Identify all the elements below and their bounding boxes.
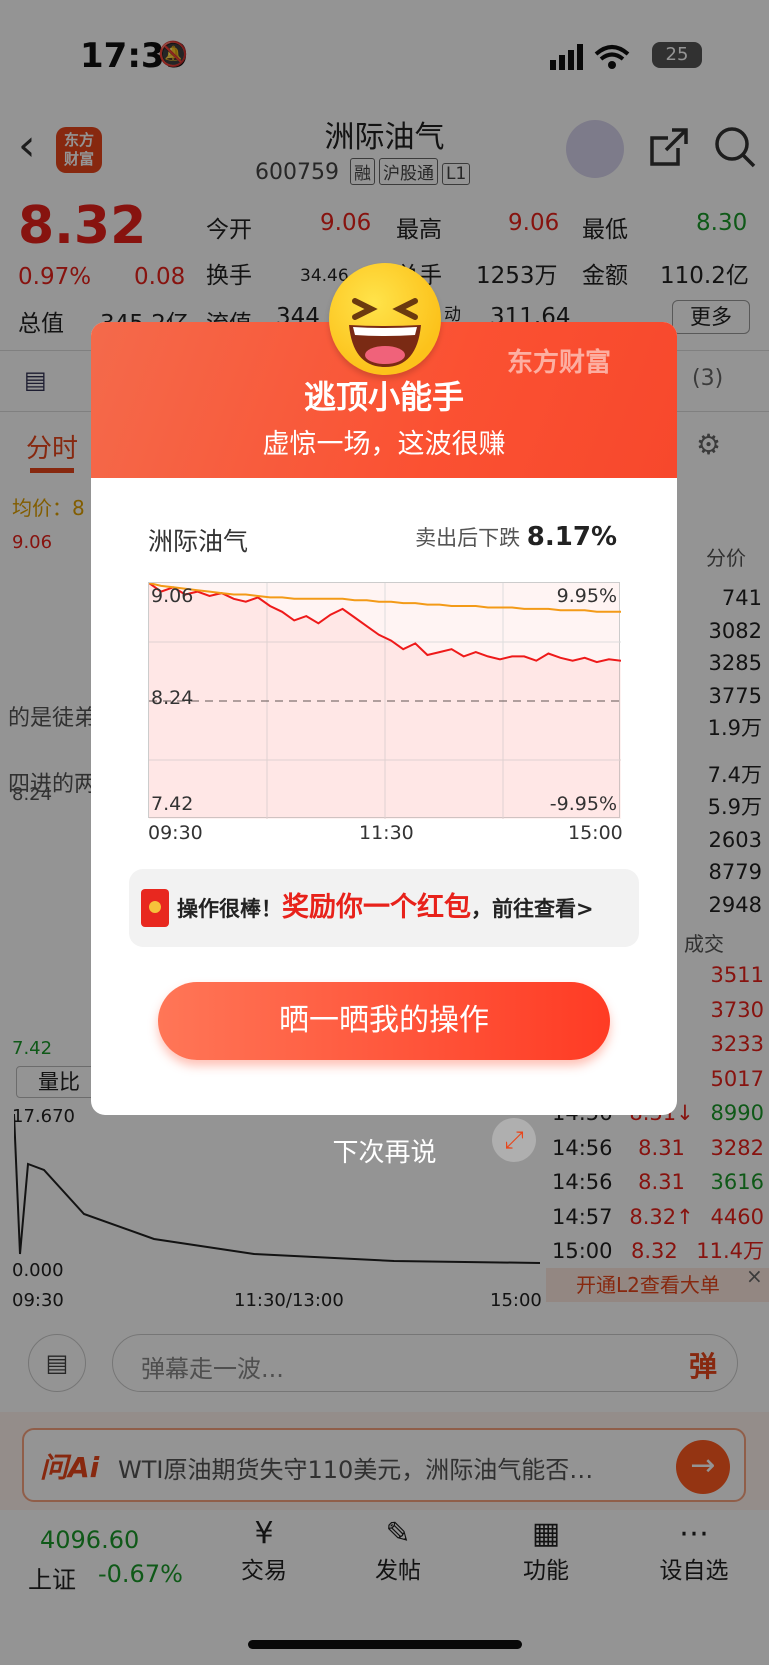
chart-y-bottom-right: -9.95% [549,793,617,815]
red-packet-promo[interactable]: 操作很棒！奖励你一个红包，前往查看> [129,869,639,947]
fall-label: 卖出后下跌 [415,526,521,550]
promo-text-c: ，前往查看> [471,897,594,921]
intraday-chart: 9.06 9.95% 8.24 7.42 -9.95% [148,582,621,819]
chart-x-mid: 11:30 [359,822,414,844]
stock-name: 洲际油气 [148,527,249,556]
fall-value: 8.17% [526,522,617,552]
modal-title: 逃顶小能手 [303,378,464,416]
red-envelope-icon [141,889,169,927]
chart-x-end: 15:00 [568,822,623,844]
promo-text-b: 奖励你一个红包 [282,892,471,923]
promo-text-a: 操作很棒！ [177,897,282,921]
chart-y-top-right: 9.95% [556,585,617,607]
laughing-emoji-icon [329,263,441,375]
share-operation-button[interactable]: 晒一晒我的操作 [158,982,610,1060]
chart-y-bottom-left: 7.42 [151,793,194,815]
fall-after-sell: 卖出后下跌 8.17% [415,522,617,552]
chart-plot [149,583,621,819]
expand-icon[interactable]: ⤢ [492,1118,536,1162]
chart-y-top-left: 9.06 [151,585,194,607]
achievement-modal: 东方财富 逃顶小能手 虚惊一场，这波很赚 洲际油气 卖出后下跌 8.17% 9.… [91,322,677,1115]
chart-y-mid: 8.24 [151,687,194,709]
chart-x-start: 09:30 [148,822,203,844]
later-button[interactable]: 下次再说 [0,1132,769,1169]
modal-subtitle: 虚惊一场，这波很赚 [262,429,506,460]
